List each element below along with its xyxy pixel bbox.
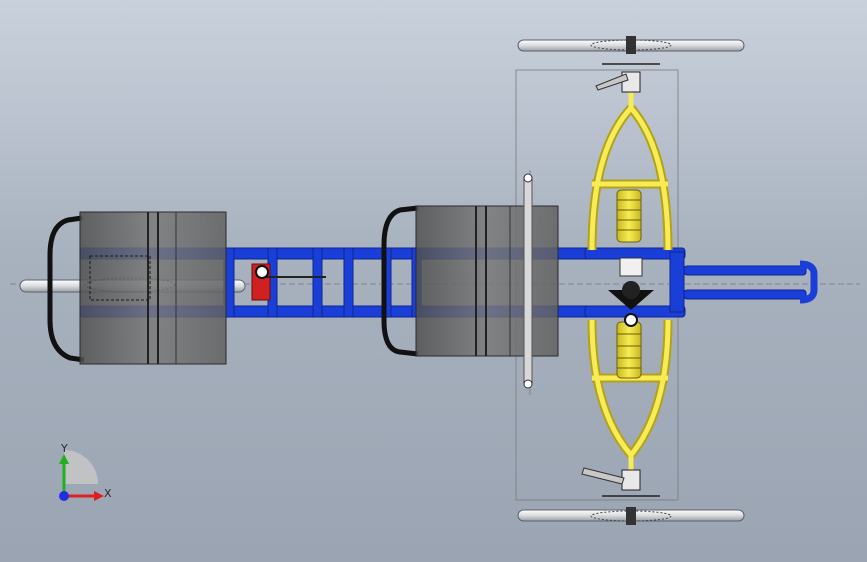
steering-knuckle-top[interactable] (595, 63, 660, 93)
shock-absorber-top[interactable] (616, 189, 642, 243)
front-wheel-bottom[interactable] (517, 507, 745, 525)
rear-seat[interactable] (79, 211, 227, 365)
x-axis-label: X (104, 487, 112, 500)
front-wheel-top[interactable] (517, 36, 745, 54)
y-axis-label: Y (60, 442, 68, 455)
shock-absorber-bottom[interactable] (616, 321, 642, 379)
coordinate-axes-icon (59, 450, 104, 501)
trike-model-top-view[interactable]: Y X (0, 0, 867, 562)
steering-knuckle-bottom[interactable] (581, 467, 660, 497)
pedal-axle[interactable] (523, 173, 533, 389)
cad-viewport[interactable]: Y X (0, 0, 867, 562)
front-seat[interactable] (415, 205, 559, 357)
